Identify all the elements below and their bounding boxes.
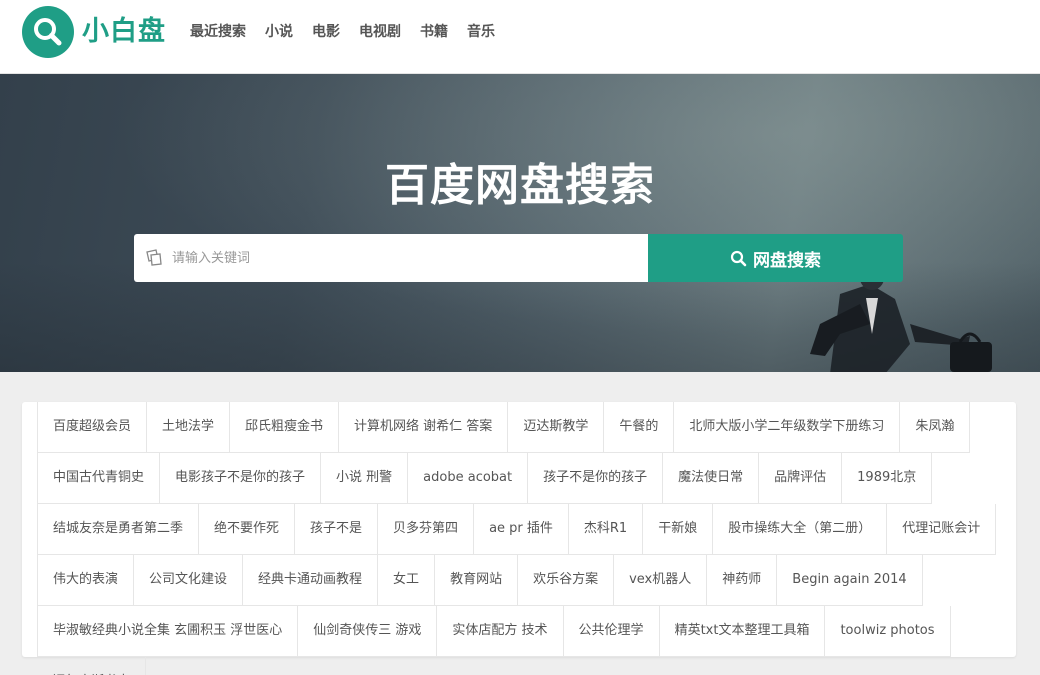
tag-item[interactable]: 仙剑奇侠传三 游戏 (298, 606, 438, 657)
keyword-icon (146, 249, 162, 266)
tag-item[interactable]: 1989北京 (842, 453, 933, 504)
tag-item[interactable]: 实体店配方 技术 (437, 606, 564, 657)
tag-item[interactable]: 中国古代青铜史 (37, 453, 161, 504)
nav-books[interactable]: 书籍 (420, 22, 448, 42)
nav-recent-search[interactable]: 最近搜索 (190, 22, 246, 42)
tag-item[interactable]: toolwiz photos (825, 606, 951, 657)
tag-item[interactable]: 结城友奈是勇者第二季 (37, 504, 200, 555)
tag-item[interactable]: 计算机网络 谢希仁 答案 (339, 402, 509, 453)
nav-movie[interactable]: 电影 (312, 22, 340, 42)
tag-item[interactable]: 北师大版小学二年级数学下册练习 (674, 402, 901, 453)
search-button[interactable]: 网盘搜索 (648, 234, 903, 282)
tag-item[interactable]: 股市操练大全（第二册） (713, 504, 888, 555)
tag-item[interactable]: 毕淑敏经典小说全集 玄圃积玉 浮世医心 (37, 606, 299, 657)
nav-tv-series[interactable]: 电视剧 (359, 22, 401, 42)
tag-item[interactable]: 经典卡通动画教程 (243, 555, 379, 606)
tag-item[interactable]: 神药师 (707, 555, 778, 606)
tag-item[interactable]: 朱凤瀚 (900, 402, 971, 453)
main-nav: 最近搜索 小说 电影 电视剧 书籍 音乐 (190, 22, 514, 42)
hot-tags-panel: 百度超级会员 土地法学 邱氏粗瘦金书 计算机网络 谢希仁 答案 迈达斯教学 午餐… (22, 402, 1016, 675)
tag-item[interactable]: 电影孩子不是你的孩子 (160, 453, 322, 504)
hero-banner: 百度网盘搜索 网盘搜索 (0, 74, 1040, 372)
nav-music[interactable]: 音乐 (467, 22, 495, 42)
tag-item[interactable]: 福尔摩斯书虫 (37, 657, 147, 675)
tag-item[interactable]: 女工 (378, 555, 436, 606)
tag-item[interactable]: 伟大的表演 (37, 555, 135, 606)
tag-item[interactable]: 精英txt文本整理工具箱 (659, 606, 826, 657)
tag-item[interactable]: 魔法使日常 (663, 453, 760, 504)
tag-item[interactable]: 干新娘 (643, 504, 714, 555)
tag-item[interactable]: 午餐的 (604, 402, 675, 453)
tag-item[interactable]: 迈达斯教学 (508, 402, 605, 453)
tag-item[interactable]: 贝多芬第四 (378, 504, 475, 555)
tag-item[interactable]: 小说 刑警 (321, 453, 409, 504)
tag-item[interactable]: 代理记账会计 (887, 504, 997, 555)
tag-item[interactable]: 邱氏粗瘦金书 (230, 402, 340, 453)
logo-search-icon[interactable] (22, 6, 74, 58)
hero-title: 百度网盘搜索 (385, 160, 655, 211)
tag-item[interactable]: 孩子不是 (295, 504, 379, 555)
tag-item[interactable]: 教育网站 (435, 555, 519, 606)
search-icon (730, 250, 747, 266)
search-button-label: 网盘搜索 (753, 250, 821, 271)
tag-item[interactable]: 土地法学 (147, 402, 231, 453)
tag-item[interactable]: 品牌评估 (759, 453, 843, 504)
search-box (134, 234, 648, 282)
tag-item[interactable]: 绝不要作死 (199, 504, 296, 555)
tag-item[interactable]: ae pr 插件 (474, 504, 569, 555)
top-navbar: 小白盘 最近搜索 小说 电影 电视剧 书籍 音乐 (0, 0, 1040, 74)
tag-list: 百度超级会员 土地法学 邱氏粗瘦金书 计算机网络 谢希仁 答案 迈达斯教学 午餐… (37, 402, 1001, 675)
nav-novel[interactable]: 小说 (265, 22, 293, 42)
tag-item[interactable]: 欢乐谷方案 (518, 555, 615, 606)
brand-name[interactable]: 小白盘 (82, 14, 166, 50)
tag-item[interactable]: adobe acobat (408, 453, 529, 504)
tag-item[interactable]: 百度超级会员 (37, 402, 148, 453)
tag-item[interactable]: 杰科R1 (568, 504, 644, 555)
tag-item[interactable]: vex机器人 (614, 555, 708, 606)
tag-item[interactable]: 孩子不是你的孩子 (528, 453, 664, 504)
tag-item[interactable]: 公司文化建设 (134, 555, 244, 606)
tag-item[interactable]: 公共伦理学 (563, 606, 660, 657)
tag-item[interactable]: Begin again 2014 (777, 555, 923, 606)
search-input[interactable] (172, 234, 638, 282)
